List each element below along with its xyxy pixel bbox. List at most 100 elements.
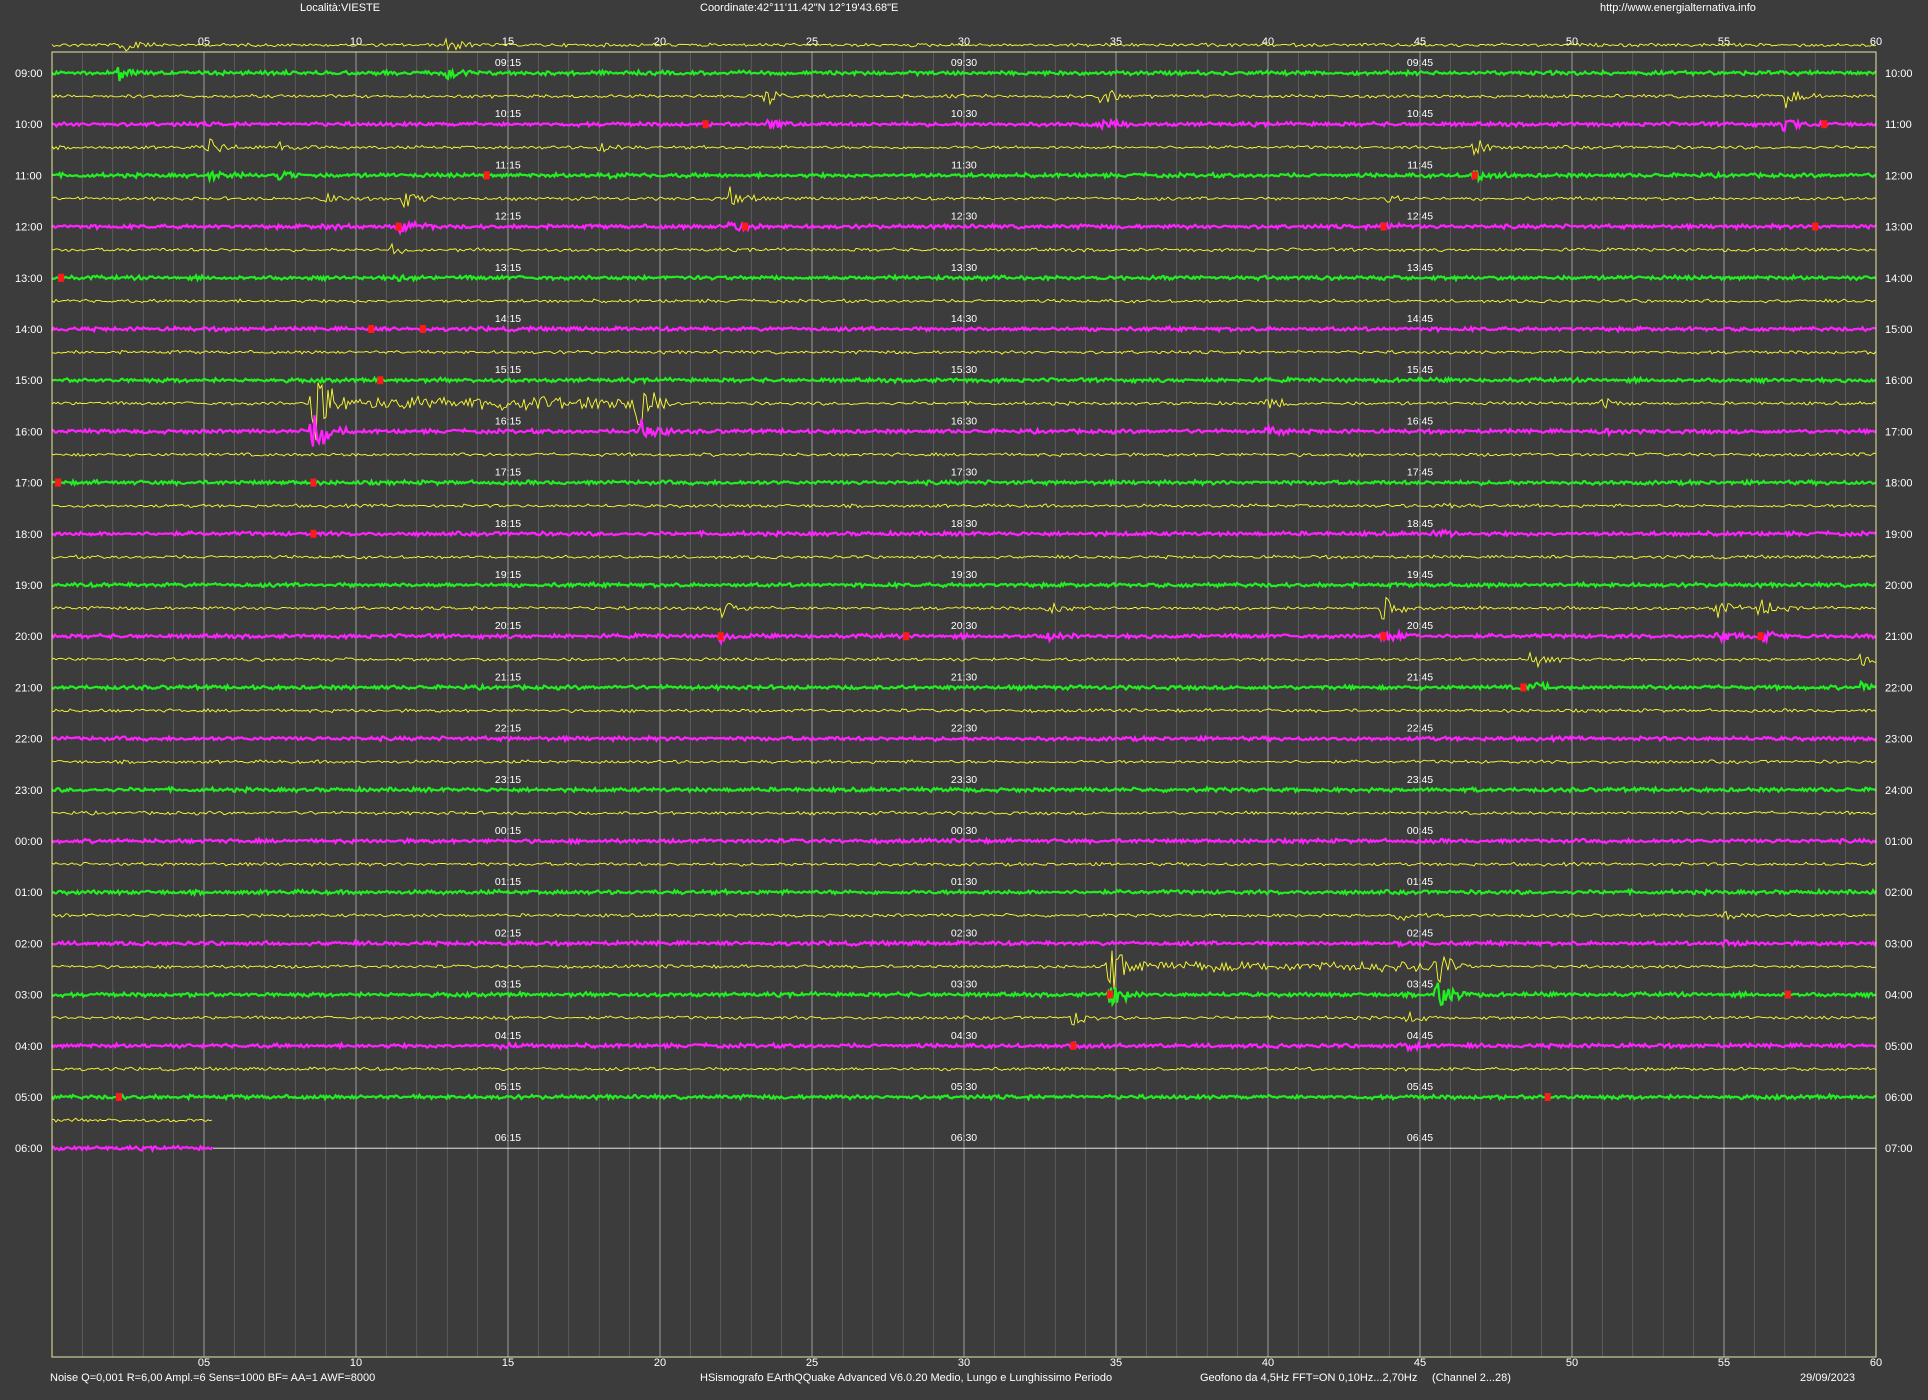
x-tick-label-bottom: 10 <box>350 1357 362 1369</box>
quarter-hour-label: 12:45 <box>1407 211 1433 223</box>
quarter-hour-label: 21:15 <box>495 671 521 683</box>
quarter-hour-label: 15:15 <box>495 364 521 376</box>
quarter-hour-label: 04:45 <box>1407 1030 1433 1042</box>
quarter-hour-label: 12:15 <box>495 211 521 223</box>
hour-label-right: 20:00 <box>1885 580 1913 592</box>
x-tick-label-bottom: 50 <box>1566 1357 1578 1369</box>
hour-label-left: 21:00 <box>15 682 43 694</box>
x-tick-label-top: 05 <box>198 36 210 48</box>
geofono-label: Geofono da 4,5Hz FFT=ON 0,10Hz...2,70Hz <box>1200 1372 1417 1384</box>
x-tick-label-top: 25 <box>806 36 818 48</box>
quarter-hour-label: 15:45 <box>1407 364 1433 376</box>
hour-label-right: 10:00 <box>1885 68 1913 80</box>
event-marker <box>742 222 749 231</box>
quarter-hour-label: 00:30 <box>951 825 977 837</box>
hour-label-left: 14:00 <box>15 324 43 336</box>
quarter-hour-label: 05:15 <box>495 1081 521 1093</box>
quarter-hour-label: 13:15 <box>495 262 521 274</box>
hour-label-left: 17:00 <box>15 478 43 490</box>
quarter-hour-label: 14:45 <box>1407 313 1433 325</box>
quarter-hour-label: 16:45 <box>1407 415 1433 427</box>
hour-label-right: 23:00 <box>1885 734 1913 746</box>
quarter-hour-label: 01:15 <box>495 876 521 888</box>
quarter-hour-label: 10:15 <box>495 108 521 120</box>
event-marker <box>1380 222 1387 231</box>
event-marker <box>377 376 384 385</box>
event-marker <box>1471 171 1478 180</box>
quarter-hour-label: 09:15 <box>495 57 521 69</box>
hour-label-right: 18:00 <box>1885 478 1913 490</box>
x-tick-label-bottom: 60 <box>1870 1357 1882 1369</box>
quarter-hour-label: 18:45 <box>1407 518 1433 530</box>
quarter-hour-label: 01:45 <box>1407 876 1433 888</box>
event-marker <box>1106 990 1113 999</box>
event-marker <box>115 1093 122 1101</box>
quarter-hour-label: 02:45 <box>1407 927 1433 939</box>
hour-label-left: 02:00 <box>15 938 43 950</box>
event-marker <box>1380 632 1387 641</box>
x-tick-label-top: 15 <box>502 36 514 48</box>
hour-label-left: 00:00 <box>15 836 43 848</box>
quarter-hour-label: 02:15 <box>495 927 521 939</box>
hour-label-right: 11:00 <box>1885 119 1912 131</box>
x-tick-label-top: 35 <box>1110 36 1122 48</box>
quarter-hour-label: 20:45 <box>1407 620 1433 632</box>
hour-label-left: 19:00 <box>15 580 43 592</box>
hour-label-left: 09:00 <box>15 68 43 80</box>
hour-label-left: 12:00 <box>15 222 43 234</box>
quarter-hour-label: 05:30 <box>951 1081 977 1093</box>
event-marker <box>903 632 910 641</box>
quarter-hour-label: 21:30 <box>951 671 977 683</box>
channel-label: (Channel 2...28) <box>1432 1372 1511 1384</box>
quarter-hour-label: 04:15 <box>495 1030 521 1042</box>
quarter-hour-label: 14:15 <box>495 313 521 325</box>
settings-label: Noise Q=0,001 R=6,00 Ampl.=6 Sens=1000 B… <box>50 1372 375 1384</box>
quarter-hour-label: 11:15 <box>495 159 521 171</box>
x-tick-label-bottom: 35 <box>1110 1357 1122 1369</box>
hour-label-left: 04:00 <box>15 1041 43 1053</box>
quarter-hour-label: 23:15 <box>495 774 521 786</box>
quarter-hour-label: 13:45 <box>1407 262 1433 274</box>
hour-label-right: 17:00 <box>1885 426 1913 438</box>
quarter-hour-label: 00:45 <box>1407 825 1433 837</box>
quarter-hour-label: 04:30 <box>951 1030 977 1042</box>
x-tick-label-bottom: 05 <box>198 1357 210 1369</box>
hour-label-right: 06:00 <box>1885 1092 1913 1104</box>
hour-label-right: 14:00 <box>1885 273 1913 285</box>
x-tick-label-top: 45 <box>1414 36 1426 48</box>
quarter-hour-label: 22:45 <box>1407 723 1433 735</box>
event-marker <box>483 171 490 180</box>
x-tick-label-bottom: 25 <box>806 1357 818 1369</box>
hour-label-left: 06:00 <box>15 1143 43 1155</box>
quarter-hour-label: 18:30 <box>951 518 977 530</box>
event-marker <box>1784 990 1791 999</box>
quarter-hour-label: 03:45 <box>1407 979 1433 991</box>
event-marker <box>395 222 402 231</box>
hour-label-right: 19:00 <box>1885 529 1913 541</box>
hour-label-left: 20:00 <box>15 631 43 643</box>
event-marker <box>58 273 65 282</box>
x-tick-label-bottom: 30 <box>958 1357 970 1369</box>
quarter-hour-label: 05:45 <box>1407 1081 1433 1093</box>
hour-label-left: 10:00 <box>15 119 43 131</box>
event-marker <box>1520 683 1527 692</box>
event-marker <box>717 632 724 641</box>
seismogram-chart: Località:VIESTE Coordinate:42°11'11.42"N… <box>0 0 1928 1400</box>
quarter-hour-label: 22:15 <box>495 723 521 735</box>
quarter-hour-label: 09:30 <box>951 57 977 69</box>
hour-label-right: 13:00 <box>1885 222 1913 234</box>
quarter-hour-label: 15:30 <box>951 364 977 376</box>
x-tick-label-top: 40 <box>1262 36 1274 48</box>
hour-label-left: 16:00 <box>15 426 43 438</box>
hour-label-right: 16:00 <box>1885 375 1913 387</box>
event-marker <box>368 325 375 333</box>
hour-label-right: 05:00 <box>1885 1041 1913 1053</box>
x-tick-label-bottom: 20 <box>654 1357 666 1369</box>
website-label: http://www.energialternativa.info <box>1600 2 1756 14</box>
quarter-hour-label: 23:30 <box>951 774 977 786</box>
quarter-hour-label: 17:45 <box>1407 467 1433 479</box>
event-marker <box>310 529 317 538</box>
event-marker <box>1544 1093 1551 1101</box>
quarter-hour-label: 09:45 <box>1407 57 1433 69</box>
quarter-hour-label: 10:45 <box>1407 108 1433 120</box>
